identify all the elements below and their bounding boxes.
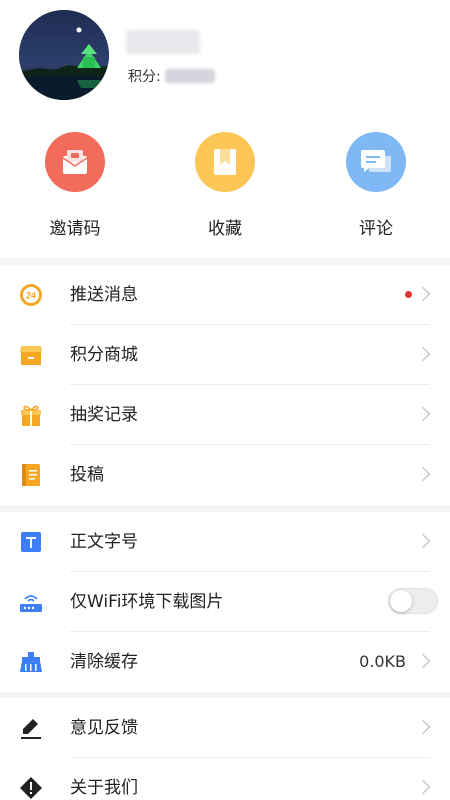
menu-item-about-us[interactable]: 关于我们 [0,758,450,800]
chevron-right-icon [415,406,431,422]
router-icon [19,590,43,614]
cache-size-value: 0.0KB [359,652,406,671]
menu-item-text-size[interactable]: 正文字号 [0,512,450,572]
menu-item-label: 意见反馈 [70,718,138,738]
svg-text:24: 24 [26,291,36,301]
comments-label: 评论 [359,219,393,239]
info-icon [19,776,43,800]
clock-24-icon: 24 [19,283,43,307]
menu-item-label: 推送消息 [70,285,138,305]
mail-envelope-icon [45,132,105,192]
broom-icon [19,650,43,674]
menu-item-contribute[interactable]: 投稿 [0,445,450,505]
favorites-label: 收藏 [208,219,242,239]
notebook-icon [19,463,43,487]
unread-badge [405,291,412,298]
menu-item-wifi-only-images[interactable]: 仅WiFi环境下载图片 [0,572,450,632]
invite-code-label: 邀请码 [49,219,101,239]
menu-item-push-notifications[interactable]: 24 推送消息 [0,265,450,325]
chevron-right-icon [415,719,431,735]
menu-item-label: 积分商城 [70,345,138,365]
points-row: 积分: [128,66,215,86]
favorites-button[interactable]: 收藏 [175,132,275,239]
store-icon [19,343,43,367]
chevron-right-icon [415,286,431,302]
chevron-right-icon [415,533,431,549]
points-value [164,69,215,83]
menu-item-label: 仅WiFi环境下载图片 [70,592,224,612]
menu-group-3: 意见反馈 关于我们 [0,698,450,800]
menu-group-2: 正文字号 仅WiFi环境下载图片 清除缓存 0.0KB [0,512,450,692]
menu-item-label: 关于我们 [70,778,138,798]
menu-item-clear-cache[interactable]: 清除缓存 0.0KB [0,632,450,692]
username [126,30,200,54]
menu-group-1: 24 推送消息 积分商城 抽奖记录 投稿 [0,265,450,505]
menu-item-label: 抽奖记录 [70,405,138,425]
menu-item-label: 正文字号 [70,532,138,552]
chevron-right-icon [415,466,431,482]
text-size-icon [19,530,43,554]
comments-button[interactable]: 评论 [326,132,426,239]
menu-item-label: 投稿 [70,465,104,485]
gift-icon [19,403,43,427]
profile-header: 积分: [0,0,450,118]
menu-item-feedback[interactable]: 意见反馈 [0,698,450,758]
chevron-right-icon [415,346,431,362]
points-label: 积分: [128,69,161,85]
invite-code-button[interactable]: 邀请码 [25,132,125,239]
bookmark-icon [195,132,255,192]
toggle-knob [390,590,412,612]
chat-bubble-icon [346,132,406,192]
pencil-icon [19,716,43,740]
menu-item-points-mall[interactable]: 积分商城 [0,325,450,385]
menu-item-label: 清除缓存 [70,652,138,672]
menu-item-lottery-records[interactable]: 抽奖记录 [0,385,450,445]
wifi-only-toggle[interactable] [388,588,438,614]
chevron-right-icon [415,779,431,795]
chevron-right-icon [415,653,431,669]
avatar[interactable] [19,10,109,100]
quick-actions: 邀请码 收藏 评论 [0,118,450,258]
